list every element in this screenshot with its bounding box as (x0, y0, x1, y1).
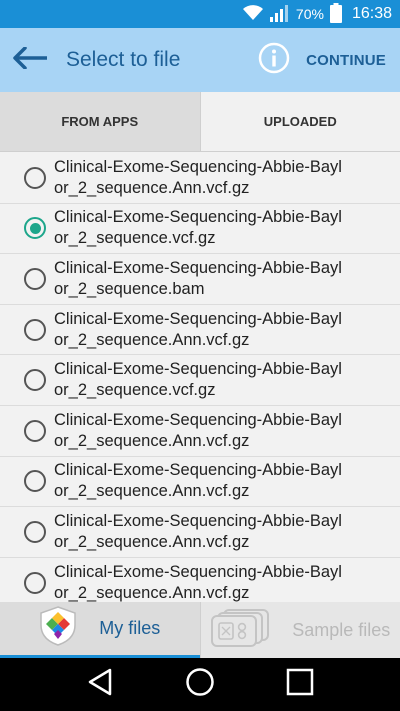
tab-my-files[interactable]: My files (0, 602, 200, 658)
radio-button[interactable] (24, 470, 46, 493)
sample-files-icon (210, 608, 270, 653)
tab-uploaded[interactable]: UPLOADED (201, 92, 400, 151)
file-name: Clinical-Exome-Sequencing-Abbie-Baylor_2… (54, 562, 342, 602)
list-item[interactable]: Clinical-Exome-Sequencing-Abbie-Baylor_2… (0, 254, 400, 305)
back-button[interactable] (0, 28, 62, 92)
radio-button[interactable] (24, 419, 46, 442)
info-icon (258, 42, 290, 79)
file-name: Clinical-Exome-Sequencing-Abbie-Baylor_2… (54, 157, 342, 197)
tab-sample-files[interactable]: Sample files (201, 602, 400, 658)
my-files-label: My files (99, 618, 161, 638)
list-item[interactable]: Clinical-Exome-Sequencing-Abbie-Baylor_2… (0, 305, 400, 356)
sample-files-label: Sample files (292, 619, 391, 640)
status-time: 16:38 (351, 5, 392, 22)
file-name: Clinical-Exome-Sequencing-Abbie-Baylor_2… (54, 410, 342, 450)
battery-percent: 70% (295, 6, 324, 22)
info-button[interactable] (250, 28, 298, 92)
list-item[interactable]: Clinical-Exome-Sequencing-Abbie-Baylor_2… (0, 457, 400, 508)
list-item[interactable]: Clinical-Exome-Sequencing-Abbie-Baylor_2… (0, 204, 400, 255)
radio-button[interactable] (24, 166, 46, 189)
list-item[interactable]: Clinical-Exome-Sequencing-Abbie-Baylor_2… (0, 355, 400, 406)
source-tabs: FROM APPS UPLOADED (0, 92, 400, 152)
continue-button[interactable]: CONTINUE (306, 52, 400, 69)
file-name: Clinical-Exome-Sequencing-Abbie-Baylor_2… (54, 309, 342, 349)
radio-button[interactable] (24, 318, 46, 341)
list-item[interactable]: Clinical-Exome-Sequencing-Abbie-Baylor_2… (0, 153, 400, 204)
triangle-back-icon (87, 668, 113, 701)
radio-dot (29, 222, 41, 234)
file-name: Clinical-Exome-Sequencing-Abbie-Baylor_2… (54, 511, 342, 551)
radio-button[interactable] (24, 217, 46, 240)
nav-recents-button[interactable] (280, 665, 320, 705)
wifi-icon (242, 4, 264, 24)
file-name: Clinical-Exome-Sequencing-Abbie-Baylor_2… (54, 360, 342, 400)
file-name: Clinical-Exome-Sequencing-Abbie-Baylor_2… (54, 208, 342, 248)
radio-button[interactable] (24, 369, 46, 392)
radio-button[interactable] (24, 267, 46, 290)
arrow-left-icon (13, 45, 49, 74)
list-item[interactable]: Clinical-Exome-Sequencing-Abbie-Baylor_2… (0, 406, 400, 457)
square-recents-icon (286, 668, 314, 701)
list-item[interactable]: Clinical-Exome-Sequencing-Abbie-Baylor_2… (0, 558, 400, 602)
status-bar: 70% 16:38 (0, 0, 400, 28)
page-title: Select to file (66, 48, 181, 71)
radio-button[interactable] (24, 520, 46, 543)
system-nav-bar (0, 658, 400, 711)
circle-home-icon (185, 667, 215, 702)
nav-home-button[interactable] (180, 665, 220, 705)
nav-back-button[interactable] (80, 665, 120, 705)
app-bar: Select to file CONTINUE (0, 28, 400, 92)
file-name: Clinical-Exome-Sequencing-Abbie-Baylor_2… (54, 258, 342, 298)
list-item[interactable]: Clinical-Exome-Sequencing-Abbie-Baylor_2… (0, 507, 400, 558)
radio-button[interactable] (24, 571, 46, 594)
signal-icon (269, 4, 290, 25)
file-list: Clinical-Exome-Sequencing-Abbie-Baylor_2… (0, 153, 400, 602)
file-name: Clinical-Exome-Sequencing-Abbie-Baylor_2… (54, 461, 342, 501)
tab-from-apps[interactable]: FROM APPS (0, 92, 200, 151)
bottom-tabs: My files Sample files (0, 602, 400, 658)
battery-icon (329, 2, 342, 26)
shield-logo-icon (39, 606, 77, 651)
